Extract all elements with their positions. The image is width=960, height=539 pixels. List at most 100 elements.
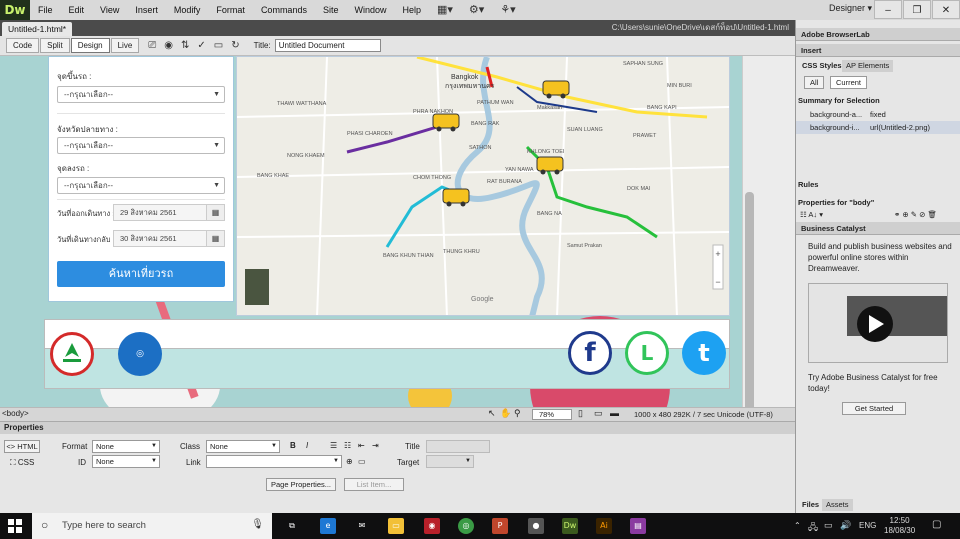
- ordered-list-icon[interactable]: ☷: [344, 441, 351, 450]
- menu-edit[interactable]: Edit: [61, 0, 93, 20]
- route-map[interactable]: + − Bangkok กรุงเทพมหานคร PATHUM WAN SAP…: [236, 56, 730, 316]
- app-icon[interactable]: ●: [528, 518, 544, 534]
- business-catalyst-video[interactable]: [808, 283, 948, 363]
- close-icon[interactable]: ✕: [932, 0, 960, 19]
- folder-icon[interactable]: ▭: [358, 457, 366, 466]
- css-view-toggles[interactable]: ☷ A↓ ▾ ⚭ ⊕ ✎ ⊘ 🗑: [796, 208, 960, 221]
- search-trips-button[interactable]: ค้นหาเที่ยวรถ: [57, 261, 225, 287]
- properties-header[interactable]: Properties: [0, 422, 795, 434]
- file-management-icon[interactable]: ⇅: [181, 40, 189, 51]
- twitter-icon[interactable]: t: [682, 331, 726, 375]
- css-all-button[interactable]: All: [804, 76, 825, 89]
- outdent-icon[interactable]: ⇤: [358, 441, 365, 450]
- bold-icon[interactable]: B: [290, 441, 296, 450]
- input-language[interactable]: ENG: [859, 521, 876, 530]
- menu-help[interactable]: Help: [394, 0, 429, 20]
- title-prop-input[interactable]: [426, 440, 490, 453]
- list-item-button[interactable]: List Item...: [344, 478, 404, 491]
- illustrator-icon[interactable]: Ai: [596, 518, 612, 534]
- html-mode-button[interactable]: <> HTML: [4, 440, 40, 453]
- file-explorer-icon[interactable]: ▭: [388, 518, 404, 534]
- calendar-icon[interactable]: ▦: [206, 205, 224, 220]
- tablet-size-icon[interactable]: ▭: [594, 408, 603, 419]
- zoom-tool-icon[interactable]: ⚲: [514, 408, 521, 419]
- css-property-row[interactable]: background-a... fixed: [796, 108, 960, 121]
- desktop-size-icon[interactable]: ▬: [610, 408, 619, 418]
- task-view-icon[interactable]: ⧉: [284, 518, 300, 534]
- id-select[interactable]: None ▼: [92, 455, 160, 468]
- css-actions-icons[interactable]: ⚭ ⊕ ✎ ⊘ 🗑: [894, 208, 937, 221]
- indent-icon[interactable]: ⇥: [372, 441, 379, 450]
- preview-icon[interactable]: ◉: [164, 40, 173, 51]
- volume-icon[interactable]: 🔊: [840, 520, 851, 531]
- powerpoint-icon[interactable]: P: [492, 518, 508, 534]
- css-mode-button[interactable]: ⛶ CSS: [10, 458, 34, 468]
- unordered-list-icon[interactable]: ☰: [330, 441, 337, 450]
- tab-css-styles[interactable]: CSS Styles: [798, 60, 846, 72]
- chrome-icon[interactable]: ◎: [458, 518, 474, 534]
- facebook-icon[interactable]: f: [568, 331, 612, 375]
- taskbar-clock[interactable]: 12:50 18/08/30: [884, 516, 915, 536]
- network-icon[interactable]: 🖧: [808, 520, 818, 536]
- visual-aids-icon[interactable]: ▭: [214, 40, 223, 51]
- class-select[interactable]: None ▼: [206, 440, 280, 453]
- browserlab-panel[interactable]: Adobe BrowserLab: [796, 28, 960, 41]
- italic-icon[interactable]: I: [306, 441, 308, 450]
- microphone-icon[interactable]: 🎙: [251, 519, 264, 530]
- menu-modify[interactable]: Modify: [166, 0, 209, 20]
- line-icon[interactable]: L: [625, 331, 669, 375]
- set-properties-icon[interactable]: ▾: [819, 210, 823, 219]
- canvas-scrollbar[interactable]: [742, 56, 756, 452]
- split-view-button[interactable]: Split: [40, 38, 70, 53]
- winrar-icon[interactable]: ▤: [630, 518, 646, 534]
- tab-assets[interactable]: Assets: [822, 499, 853, 511]
- code-view-button[interactable]: Code: [6, 38, 40, 53]
- live-view-button[interactable]: Live: [110, 38, 140, 53]
- format-select[interactable]: None ▼: [92, 440, 160, 453]
- get-started-button[interactable]: Get Started: [842, 402, 906, 415]
- link-input[interactable]: ▼: [206, 455, 342, 468]
- restore-icon[interactable]: ❐: [903, 0, 931, 19]
- select-tool-icon[interactable]: ↖: [488, 408, 496, 419]
- minimize-icon[interactable]: –: [874, 0, 902, 19]
- gear-icon[interactable]: ⚙▾: [461, 0, 492, 20]
- page-properties-button[interactable]: Page Properties...: [266, 478, 336, 491]
- workspace-switcher[interactable]: Designer ▾: [829, 3, 872, 14]
- menu-commands[interactable]: Commands: [253, 0, 315, 20]
- dreamweaver-taskbar-icon[interactable]: Dw: [562, 518, 578, 534]
- document-tab[interactable]: Untitled-1.html*: [2, 22, 73, 36]
- css-current-button[interactable]: Current: [830, 76, 868, 89]
- multiscreen-icon[interactable]: ⎚: [148, 40, 156, 51]
- menu-view[interactable]: View: [92, 0, 127, 20]
- window-size[interactable]: 1000 x 480: [634, 410, 671, 419]
- design-view-button[interactable]: Design: [70, 38, 110, 53]
- target-select[interactable]: ▼: [426, 455, 474, 468]
- tray-chevron-icon[interactable]: ⌃: [794, 521, 801, 530]
- tab-ap-elements[interactable]: AP Elements: [842, 60, 894, 72]
- depart-date-input[interactable]: 29 สิงหาคม 2561 ▦: [113, 204, 225, 221]
- zoom-select[interactable]: 78%: [532, 409, 572, 420]
- menu-site[interactable]: Site: [315, 0, 347, 20]
- insert-panel[interactable]: Insert: [796, 44, 960, 57]
- taskbar-search-box[interactable]: ○ Type here to search 🎙: [32, 513, 272, 539]
- refresh-icon[interactable]: ↻: [231, 40, 239, 51]
- menu-format[interactable]: Format: [208, 0, 253, 20]
- origin-select[interactable]: --กรุณาเลือก-- ▼: [57, 86, 225, 103]
- mail-icon[interactable]: ✉: [354, 518, 370, 534]
- menu-file[interactable]: File: [30, 0, 61, 20]
- battery-icon[interactable]: ▭: [824, 520, 833, 531]
- calendar-icon[interactable]: ▦: [206, 231, 224, 246]
- sort-az-icon[interactable]: A↓: [808, 210, 819, 219]
- menu-window[interactable]: Window: [346, 0, 394, 20]
- menu-insert[interactable]: Insert: [127, 0, 166, 20]
- tab-files[interactable]: Files: [798, 499, 824, 511]
- hand-tool-icon[interactable]: ✋: [500, 408, 511, 419]
- w3c-validation-icon[interactable]: ✓: [197, 40, 205, 51]
- layout-icon[interactable]: ▦▾: [429, 0, 461, 20]
- document-title-input[interactable]: Untitled Document: [274, 39, 381, 52]
- return-date-input[interactable]: 30 สิงหาคม 2561 ▦: [113, 230, 225, 247]
- dest-province-select[interactable]: --กรุณาเลือก-- ▼: [57, 137, 225, 154]
- rules-heading[interactable]: Rules: [796, 178, 960, 191]
- edge-icon[interactable]: e: [320, 518, 336, 534]
- business-catalyst-panel[interactable]: Business Catalyst: [796, 222, 960, 235]
